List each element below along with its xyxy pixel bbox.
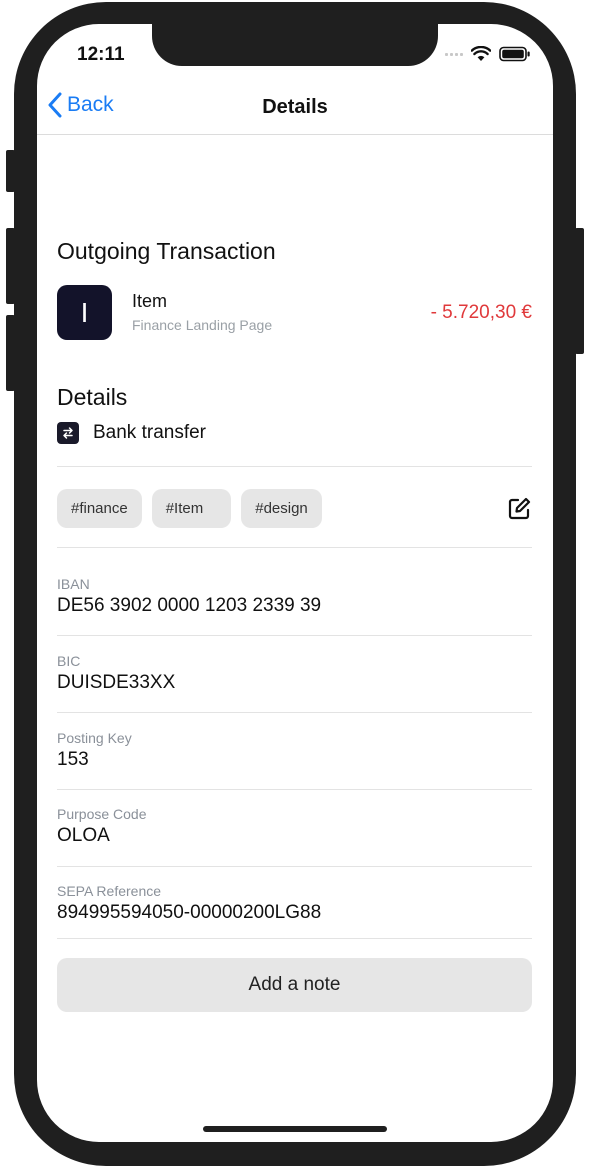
tag-chip[interactable]: #finance <box>57 489 142 528</box>
purpose-code-value: OLOA <box>57 825 110 846</box>
sepa-reference-value: 894995594050-00000200LG88 <box>57 902 322 923</box>
divider <box>57 466 532 467</box>
home-indicator[interactable] <box>203 1126 387 1132</box>
power-button <box>575 228 584 354</box>
divider <box>57 866 532 867</box>
divider <box>57 712 532 713</box>
purpose-code-label: Purpose Code <box>57 806 147 822</box>
status-time: 12:11 <box>77 44 125 65</box>
transaction-type-heading: Outgoing Transaction <box>57 238 276 264</box>
divider <box>57 938 532 939</box>
posting-key-label: Posting Key <box>57 730 132 746</box>
tag-list: #finance #Item #design <box>57 489 322 528</box>
divider <box>57 789 532 790</box>
merchant-avatar: I <box>57 285 112 340</box>
transaction-summary: I Item Finance Landing Page - 5.720,30 € <box>57 284 532 340</box>
sepa-reference-field: SEPA Reference 894995594050-00000200LG88 <box>57 883 532 924</box>
screen: 12:11 Back Details Outgoing Transaction … <box>37 24 553 1142</box>
iban-label: IBAN <box>57 576 90 592</box>
iban-field: IBAN DE56 3902 0000 1203 2339 39 <box>57 576 532 617</box>
wifi-icon <box>471 46 491 61</box>
tag-chip[interactable]: #design <box>241 489 322 528</box>
edit-tags-button[interactable] <box>506 496 532 522</box>
payment-method-label: Bank transfer <box>93 422 206 443</box>
purpose-code-field: Purpose Code OLOA <box>57 806 532 847</box>
bic-value: DUISDE33XX <box>57 672 176 693</box>
status-icons <box>445 46 531 62</box>
divider <box>57 635 532 636</box>
bic-label: BIC <box>57 653 81 669</box>
details-heading: Details <box>57 384 128 410</box>
posting-key-value: 153 <box>57 749 89 770</box>
merchant-name: Item <box>132 291 168 311</box>
notch <box>152 24 438 66</box>
battery-icon <box>499 46 530 62</box>
sepa-reference-label: SEPA Reference <box>57 883 162 899</box>
posting-key-field: Posting Key 153 <box>57 730 532 771</box>
edit-icon <box>508 497 531 520</box>
transaction-amount: - 5.720,30 € <box>430 302 532 323</box>
tag-chip[interactable]: #Item <box>151 489 232 528</box>
payment-method: Bank transfer <box>57 422 206 444</box>
cellular-signal-icon <box>445 52 463 56</box>
add-note-button[interactable]: Add a note <box>57 958 532 1012</box>
merchant-subtitle: Finance Landing Page <box>132 317 273 333</box>
iban-value: DE56 3902 0000 1203 2339 39 <box>57 595 322 616</box>
divider <box>57 547 532 548</box>
navigation-bar: Back Details <box>37 84 553 135</box>
transfer-arrows-icon <box>57 422 79 444</box>
page-title: Details <box>262 96 328 118</box>
bic-field: BIC DUISDE33XX <box>57 653 532 694</box>
